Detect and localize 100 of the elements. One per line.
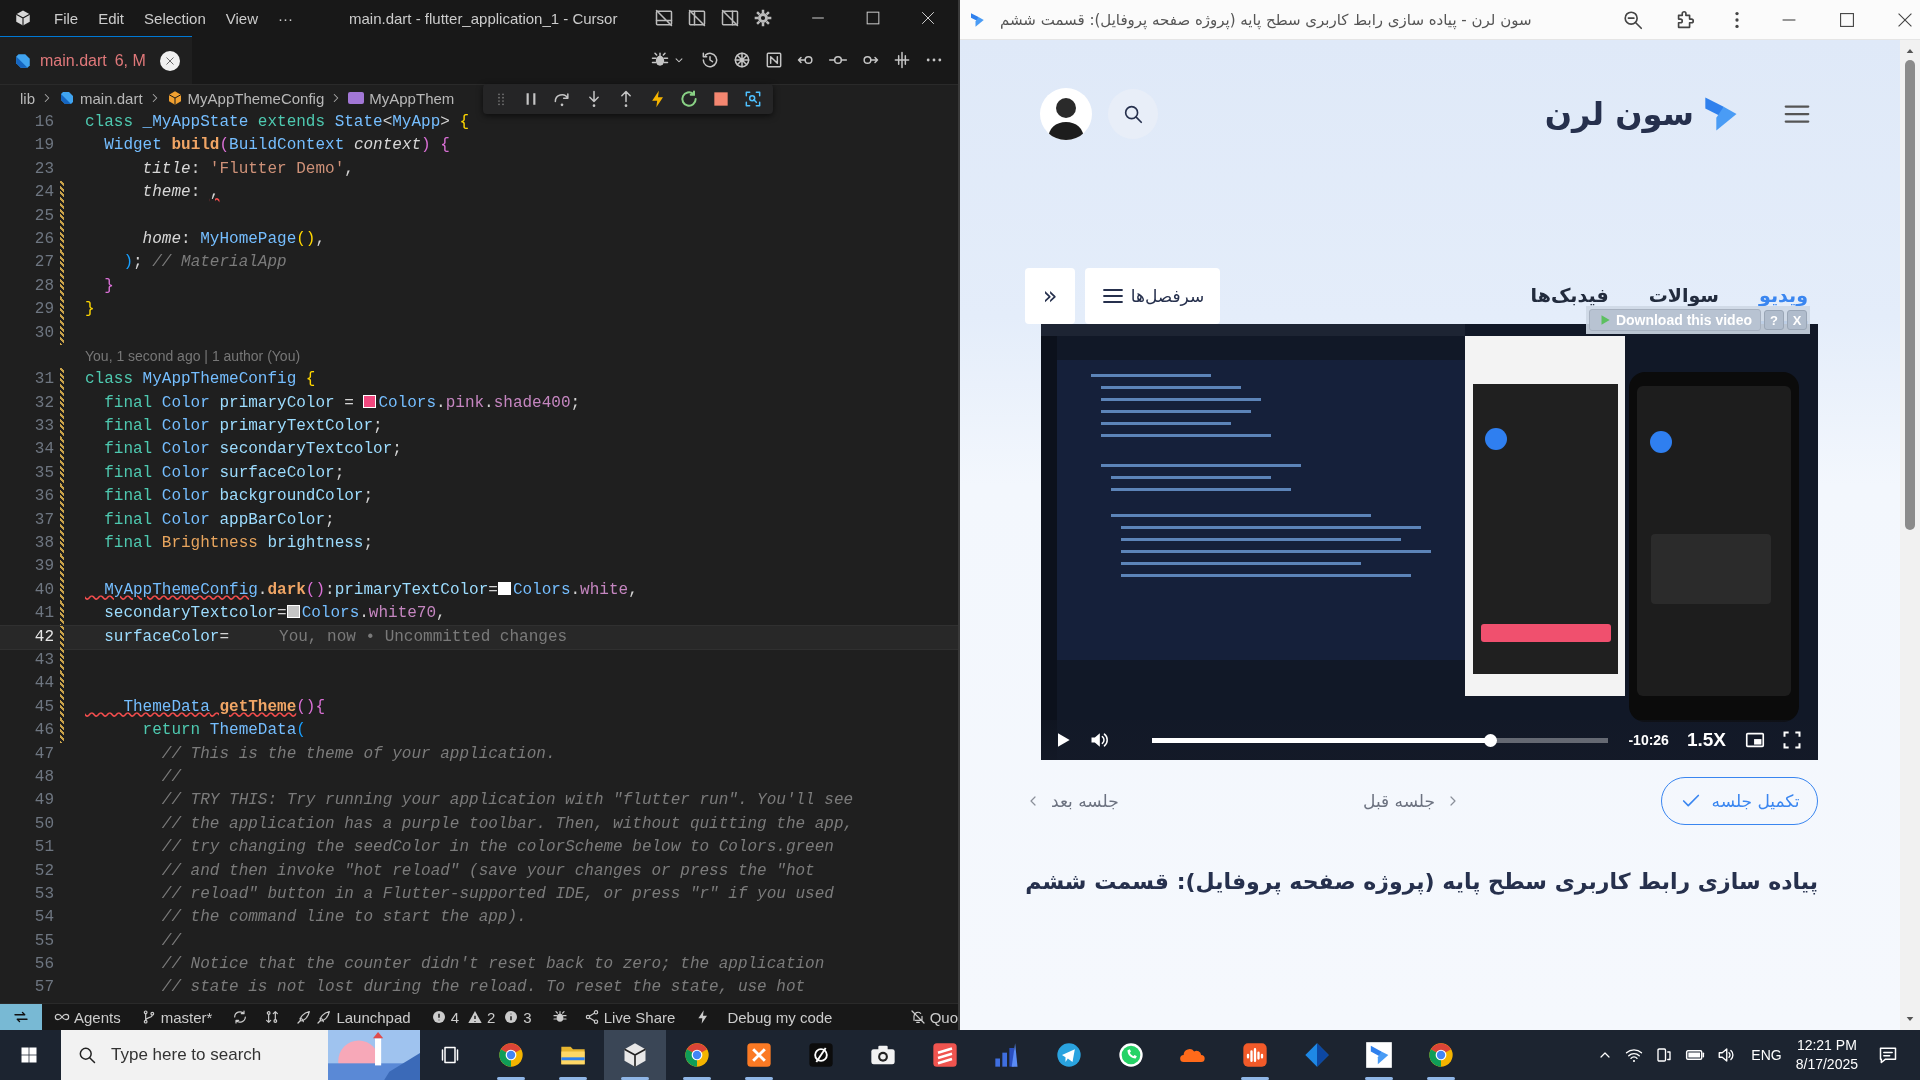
browser-icon: [497, 1041, 525, 1069]
code-line: final Color backgroundColor;: [103, 486, 374, 508]
volume-icon[interactable]: [1089, 730, 1109, 750]
knot-icon[interactable]: [732, 50, 752, 70]
error-count[interactable]: 4: [450, 1008, 459, 1026]
panel-toggle-icon[interactable]: [654, 8, 674, 28]
line-number: 36: [33, 486, 54, 508]
rocket-icon: [316, 1009, 333, 1025]
phone-icon[interactable]: [1655, 1046, 1674, 1064]
zoom-out-icon[interactable]: [1622, 8, 1644, 31]
search-icon: [77, 1045, 97, 1065]
line-number: 45: [33, 696, 54, 718]
chapters-button[interactable]: سرفصل‌ها: [1085, 268, 1220, 324]
panel-toggle-icon[interactable]: [720, 8, 740, 28]
remote-button[interactable]: [0, 1004, 42, 1030]
menu-item[interactable]: Selection: [144, 9, 206, 27]
start-icon[interactable]: [20, 1046, 38, 1064]
code-line: title: 'Flutter Demo',: [141, 158, 354, 180]
search-placeholder: Type here to search: [111, 1045, 262, 1065]
breadcrumb-item[interactable]: MyAppThemeConfig: [187, 89, 325, 107]
menu-item[interactable]: Edit: [98, 9, 125, 27]
site-icon: [968, 10, 986, 29]
constructor-icon: [348, 92, 365, 104]
line-number: 43: [33, 650, 54, 671]
line-number: 19: [33, 135, 54, 157]
code-line: // reload" button in a Flutter-supported IDE, or press "r" if you used: [160, 883, 834, 905]
volume-icon[interactable]: [1717, 1046, 1736, 1064]
line-number: 16: [33, 112, 54, 133]
next-lesson-link[interactable]: جلسه بعد: [1025, 791, 1119, 811]
history-icon[interactable]: [700, 50, 720, 70]
sync-icon[interactable]: [232, 1009, 249, 1025]
code-line: final Brightness brightness;: [103, 533, 374, 555]
wifi-icon[interactable]: [1625, 1046, 1644, 1064]
breadcrumb-item[interactable]: lib: [20, 89, 35, 107]
waveform-icon: [1241, 1041, 1269, 1069]
line-number: 25: [33, 205, 54, 227]
line-number: 44: [33, 673, 54, 695]
fullscreen-icon[interactable]: [1782, 730, 1802, 750]
debug-button[interactable]: Debug my code: [727, 1008, 833, 1026]
close-button[interactable]: [159, 50, 180, 71]
code-line: // the command line to start the app).: [160, 907, 527, 929]
restart-icon[interactable]: [679, 89, 700, 109]
menu-item[interactable]: ···: [278, 9, 293, 27]
code-line: final Color secondaryTextcolor;: [103, 439, 402, 461]
line-number: 32: [33, 392, 54, 414]
error-icon: [430, 1009, 447, 1025]
line-number: 29: [33, 299, 54, 321]
window-title: main.dart - flutter_application_1 - Cursor: [349, 9, 618, 27]
search-field[interactable]: Type here to search: [61, 1030, 420, 1080]
code-line: // and then invoke "hot reload" (save your changes or press the "hot: [160, 860, 815, 882]
chat-bubble-icon: [1117, 1041, 1145, 1069]
language-indicator[interactable]: ENG: [1751, 1047, 1782, 1063]
branch-button[interactable]: master*: [160, 1008, 213, 1026]
previous-lesson-link[interactable]: جلسه قبل: [1363, 791, 1461, 811]
avatar[interactable]: [1040, 88, 1092, 140]
launchpad-button[interactable]: Launchpad: [336, 1008, 411, 1026]
breadcrumb-item[interactable]: main.dart: [80, 89, 143, 107]
agents-button[interactable]: Agents: [74, 1008, 121, 1026]
line-number: 49: [33, 790, 54, 812]
status-item[interactable]: Quo: [929, 1008, 958, 1026]
line-number: 27: [33, 252, 54, 274]
panel-toggle-icon[interactable]: [687, 8, 707, 28]
collapse-button[interactable]: »: [1025, 268, 1075, 324]
editor-tab[interactable]: main.dart 6, M: [0, 36, 192, 84]
code-line: surfaceColor=: [103, 626, 230, 648]
code-line: ); // MaterialApp: [122, 252, 287, 274]
scroll-thumb[interactable]: [1905, 60, 1915, 530]
line-number: 48: [33, 766, 54, 788]
live-share-button[interactable]: Live Share: [603, 1008, 676, 1026]
blame-annotation[interactable]: You, 1 second ago | 1 author (You): [85, 344, 301, 369]
line-number: 54: [33, 907, 54, 929]
notebook-icon[interactable]: [764, 50, 784, 70]
time-remaining: -10:26: [1628, 732, 1669, 748]
code-line: final Color primaryColor = Colors.pink.shade400;: [103, 392, 581, 414]
compare-icon[interactable]: [264, 1009, 281, 1025]
share-icon: [583, 1009, 600, 1025]
settings-icon[interactable]: [753, 8, 773, 28]
code-line: class MyAppThemeConfig {: [85, 369, 316, 391]
line-number: 50: [33, 813, 54, 835]
menu-item[interactable]: File: [54, 9, 79, 27]
bug-icon[interactable]: [551, 1009, 568, 1025]
taskbar-button[interactable]: [604, 1030, 666, 1080]
search-button[interactable]: [1108, 89, 1158, 139]
code-line: // TRY THIS: Try running your application with "flutter run". You'll see: [160, 790, 854, 812]
breadcrumb-item[interactable]: MyAppThem: [369, 89, 455, 107]
site-logo[interactable]: سون لرن: [1544, 92, 1742, 136]
split-icon[interactable]: [892, 50, 912, 70]
notification-icon[interactable]: [1878, 1045, 1898, 1065]
clock-date[interactable]: 8/17/2025: [1795, 1055, 1858, 1074]
file-icon: [14, 51, 32, 70]
line-number: 47: [33, 743, 54, 765]
warning-count[interactable]: 2: [487, 1008, 496, 1026]
task-view-icon[interactable]: [440, 1045, 460, 1065]
menu-item[interactable]: View: [225, 9, 258, 27]
close-icon: [163, 54, 176, 67]
info-count[interactable]: 3: [523, 1008, 532, 1026]
clock-time[interactable]: 12:21 PM: [1796, 1036, 1857, 1055]
inspect-icon[interactable]: [743, 89, 763, 109]
line-number: 46: [33, 720, 54, 742]
speed-button[interactable]: 1.5X: [1686, 729, 1726, 751]
